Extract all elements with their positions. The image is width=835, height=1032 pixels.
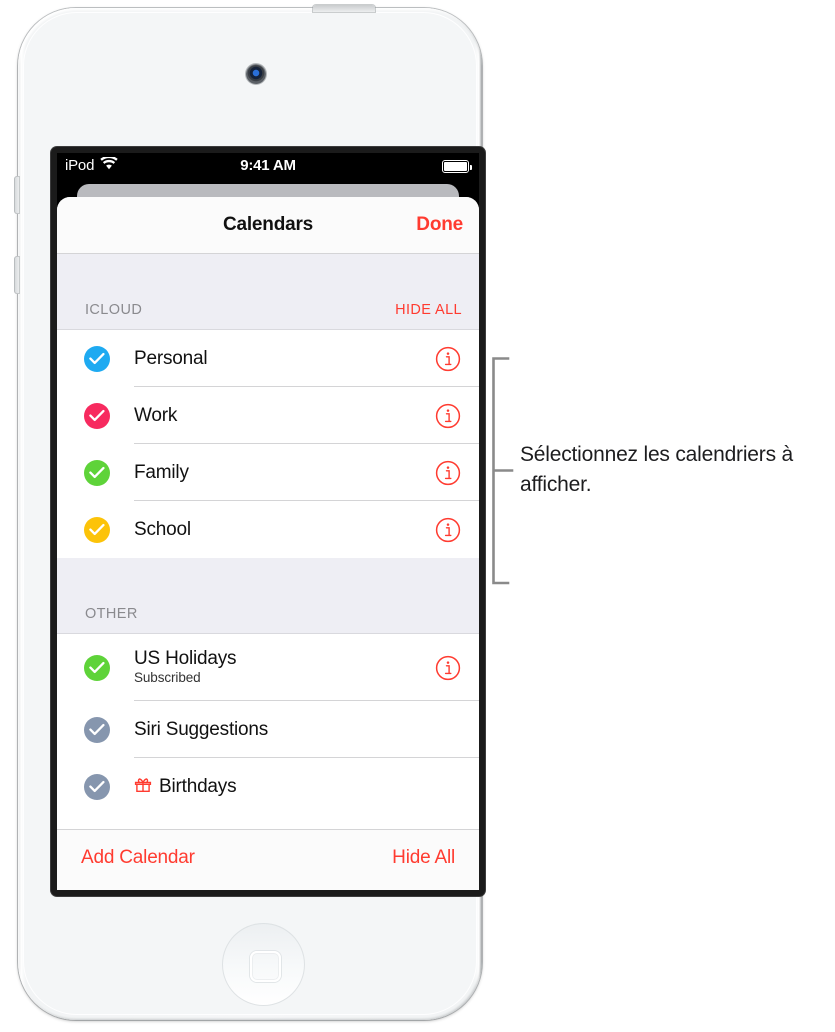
status-bar-time: 9:41 AM (240, 157, 296, 174)
calendars-list[interactable]: ICLOUD HIDE ALL Personal Work Family Sch… (57, 254, 479, 829)
row-text: Work (134, 405, 435, 426)
ipod-touch-device: iPod 9:41 AM Calendars Done ICLOUD HIDE … (14, 5, 485, 1020)
volume-down-button[interactable] (14, 256, 20, 294)
table-row[interactable]: Personal (57, 330, 479, 387)
front-camera-icon (246, 64, 266, 84)
calendar-subtitle: Subscribed (134, 670, 201, 686)
home-button-square-icon (249, 950, 281, 982)
checkbox-school[interactable] (84, 516, 110, 543)
calendar-name: Birthdays (159, 775, 237, 797)
row-text: Siri Suggestions (134, 719, 479, 740)
table-row[interactable]: Work (57, 387, 479, 444)
table-row[interactable]: Birthdays (57, 758, 479, 815)
table-row[interactable]: Siri Suggestions (57, 701, 479, 758)
screen: iPod 9:41 AM Calendars Done ICLOUD HIDE … (57, 153, 479, 890)
checkbox-family[interactable] (84, 459, 110, 486)
info-button-us-holidays[interactable] (435, 655, 461, 681)
table-row[interactable]: School (57, 501, 479, 558)
calendar-name: Work (134, 404, 178, 426)
section-header-other: OTHER (57, 602, 479, 634)
section-label-icloud: ICLOUD (85, 302, 143, 318)
done-button[interactable]: Done (416, 214, 463, 236)
callout: Sélectionnez les calendriers à afficher. (490, 352, 830, 592)
row-text: Birthdays (134, 775, 479, 798)
calendar-name: Siri Suggestions (134, 718, 269, 740)
calendar-name: School (134, 518, 191, 540)
power-button[interactable] (313, 5, 375, 12)
info-button-family[interactable] (435, 460, 461, 486)
volume-up-button[interactable] (14, 176, 20, 214)
section-spacer-other (57, 558, 479, 602)
calendar-name: Family (134, 461, 189, 483)
sheet-top-spacer (57, 254, 479, 298)
info-button-personal[interactable] (435, 346, 461, 372)
row-text: US Holidays Subscribed (134, 648, 435, 687)
info-button-work[interactable] (435, 403, 461, 429)
checkbox-personal[interactable] (84, 345, 110, 372)
home-button[interactable] (222, 923, 305, 1006)
calendar-name-row: Birthdays (134, 775, 479, 798)
section-label-other: OTHER (85, 606, 138, 622)
calendars-sheet: Calendars Done ICLOUD HIDE ALL Personal … (57, 197, 479, 890)
sheet-toolbar: Add Calendar Hide All (57, 829, 479, 890)
battery-fill (444, 162, 467, 171)
row-text: School (134, 519, 435, 540)
row-text: Personal (134, 348, 435, 369)
table-row[interactable]: Family (57, 444, 479, 501)
add-calendar-button[interactable]: Add Calendar (81, 847, 195, 869)
section-header-icloud: ICLOUD HIDE ALL (57, 298, 479, 330)
calendar-name: US Holidays (134, 647, 237, 669)
gift-icon (134, 775, 152, 798)
callout-text: Sélectionnez les calendriers à afficher. (520, 443, 793, 496)
screen-bezel: iPod 9:41 AM Calendars Done ICLOUD HIDE … (51, 147, 485, 896)
calendar-name: Personal (134, 347, 208, 369)
info-button-school[interactable] (435, 517, 461, 543)
sheet-navbar: Calendars Done (57, 197, 479, 254)
checkbox-siri-suggestions[interactable] (84, 716, 110, 743)
checkbox-birthdays[interactable] (84, 773, 110, 800)
callout-bracket-icon (490, 352, 520, 597)
status-bar: iPod 9:41 AM (57, 153, 479, 180)
hide-all-icloud-button[interactable]: HIDE ALL (395, 302, 462, 318)
battery-icon (442, 160, 472, 173)
checkbox-us-holidays[interactable] (84, 654, 110, 681)
hide-all-button[interactable]: Hide All (392, 847, 455, 869)
checkbox-work[interactable] (84, 402, 110, 429)
table-row[interactable]: US Holidays Subscribed (57, 634, 479, 701)
row-text: Family (134, 462, 435, 483)
